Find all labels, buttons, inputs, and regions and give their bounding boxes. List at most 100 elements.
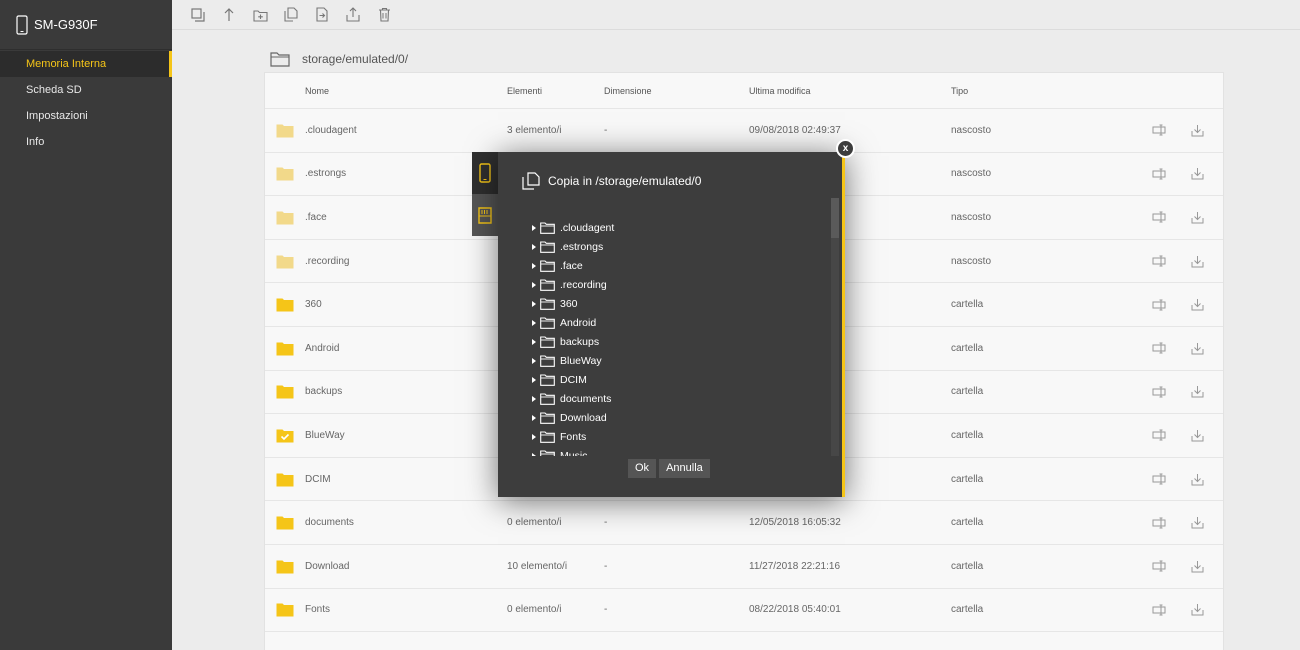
rename-icon	[1152, 560, 1165, 572]
sidebar-item-impostazioni[interactable]: Impostazioni	[0, 103, 172, 129]
table-row[interactable]: .cloudagent 3 elemento/i - 09/08/2018 02…	[265, 109, 1223, 153]
tree-item[interactable]: .recording	[530, 275, 830, 294]
rename-button[interactable]	[1151, 515, 1167, 531]
rename-button[interactable]	[1151, 558, 1167, 574]
tree-item[interactable]: Android	[530, 313, 830, 332]
folder-icon-cell	[265, 428, 305, 443]
tree-item[interactable]: .cloudagent	[530, 218, 830, 237]
sidebar-item-info[interactable]: Info	[0, 129, 172, 155]
expand-arrow-icon[interactable]	[532, 281, 536, 288]
tree-item[interactable]: Fonts	[530, 427, 830, 446]
table-row[interactable]: documents 0 elemento/i - 12/05/2018 16:0…	[265, 501, 1223, 545]
rename-button[interactable]	[1151, 427, 1167, 443]
rename-button[interactable]	[1151, 209, 1167, 225]
file-name[interactable]: Android	[305, 343, 507, 354]
download-button[interactable]	[1189, 297, 1205, 313]
file-name[interactable]: BlueWay	[305, 430, 507, 441]
tree-item[interactable]: Music	[530, 446, 830, 456]
rename-button[interactable]	[1151, 253, 1167, 269]
expand-arrow-icon[interactable]	[532, 262, 536, 269]
tree-item[interactable]: .estrongs	[530, 237, 830, 256]
tree-item[interactable]: backups	[530, 332, 830, 351]
expand-arrow-icon[interactable]	[532, 414, 536, 421]
expand-arrow-icon[interactable]	[532, 319, 536, 326]
tree-scrollbar-thumb[interactable]	[831, 198, 839, 238]
rename-icon	[1152, 429, 1165, 441]
rename-button[interactable]	[1151, 602, 1167, 618]
file-elements: 0 elemento/i	[507, 604, 562, 616]
rename-button[interactable]	[1151, 340, 1167, 356]
table-row[interactable]	[265, 632, 1223, 650]
rename-button[interactable]	[1151, 384, 1167, 400]
tab-internal-memory[interactable]	[472, 152, 498, 194]
rename-button[interactable]	[1151, 122, 1167, 138]
move-button[interactable]	[312, 5, 332, 25]
tree-item[interactable]: .face	[530, 256, 830, 275]
download-icon	[1191, 255, 1203, 268]
header-elements[interactable]: Elementi	[507, 86, 604, 96]
folder-icon	[276, 473, 294, 487]
file-elements: 0 elemento/i	[507, 517, 562, 529]
download-button[interactable]	[1189, 558, 1205, 574]
rename-button[interactable]	[1151, 166, 1167, 182]
ok-button[interactable]: Ok	[628, 459, 657, 478]
expand-arrow-icon[interactable]	[532, 357, 536, 364]
file-name[interactable]: backups	[305, 386, 507, 397]
download-button[interactable]	[1189, 602, 1205, 618]
table-row[interactable]: Fonts 0 elemento/i - 08/22/2018 05:40:01…	[265, 589, 1223, 633]
download-button[interactable]	[1189, 209, 1205, 225]
rename-button[interactable]	[1151, 471, 1167, 487]
file-name[interactable]: Download	[305, 561, 507, 572]
download-button[interactable]	[1189, 253, 1205, 269]
file-name[interactable]: Fonts	[305, 604, 507, 615]
header-name[interactable]: Nome	[305, 86, 507, 96]
folder-icon	[276, 385, 294, 399]
table-row[interactable]: Download 10 elemento/i - 11/27/2018 22:2…	[265, 545, 1223, 589]
header-modified[interactable]: Ultima modifica	[749, 86, 951, 96]
select-all-button[interactable]	[188, 5, 208, 25]
folder-icon	[276, 211, 294, 225]
file-name[interactable]: .cloudagent	[305, 125, 507, 136]
tree-item[interactable]: DCIM	[530, 370, 830, 389]
sidebar-item-memoria-interna[interactable]: Memoria Interna	[0, 51, 172, 77]
sidebar-item-scheda-sd[interactable]: Scheda SD	[0, 77, 172, 103]
download-button[interactable]	[1189, 427, 1205, 443]
expand-arrow-icon[interactable]	[532, 376, 536, 383]
expand-arrow-icon[interactable]	[532, 433, 536, 440]
expand-arrow-icon[interactable]	[532, 300, 536, 307]
file-name[interactable]: DCIM	[305, 474, 507, 485]
tree-item[interactable]: BlueWay	[530, 351, 830, 370]
rename-icon	[1152, 211, 1165, 223]
expand-arrow-icon[interactable]	[532, 243, 536, 250]
up-button[interactable]	[219, 5, 239, 25]
folder-icon	[276, 429, 294, 443]
download-button[interactable]	[1189, 166, 1205, 182]
download-button[interactable]	[1189, 471, 1205, 487]
tab-sd-card[interactable]	[472, 194, 498, 236]
new-folder-button[interactable]	[250, 5, 270, 25]
header-size[interactable]: Dimensione	[604, 86, 749, 96]
close-button[interactable]: x	[836, 139, 855, 158]
expand-arrow-icon[interactable]	[532, 338, 536, 345]
upload-button[interactable]	[343, 5, 363, 25]
expand-arrow-icon[interactable]	[532, 452, 536, 456]
expand-arrow-icon[interactable]	[532, 395, 536, 402]
cancel-button[interactable]: Annulla	[659, 459, 710, 478]
download-button[interactable]	[1189, 515, 1205, 531]
copy-button[interactable]	[281, 5, 301, 25]
tree-item[interactable]: Download	[530, 408, 830, 427]
file-name[interactable]: documents	[305, 517, 507, 528]
file-name[interactable]: 360	[305, 299, 507, 310]
tree-item[interactable]: documents	[530, 389, 830, 408]
expand-arrow-icon[interactable]	[532, 224, 536, 231]
download-button[interactable]	[1189, 384, 1205, 400]
path-bar: storage/emulated/0/	[270, 48, 408, 70]
rename-button[interactable]	[1151, 297, 1167, 313]
delete-button[interactable]	[374, 5, 394, 25]
folder-icon-cell	[265, 254, 305, 269]
tree-item[interactable]: 360	[530, 294, 830, 313]
file-name[interactable]: .recording	[305, 256, 507, 267]
download-button[interactable]	[1189, 340, 1205, 356]
header-type[interactable]: Tipo	[951, 86, 1101, 96]
download-button[interactable]	[1189, 122, 1205, 138]
